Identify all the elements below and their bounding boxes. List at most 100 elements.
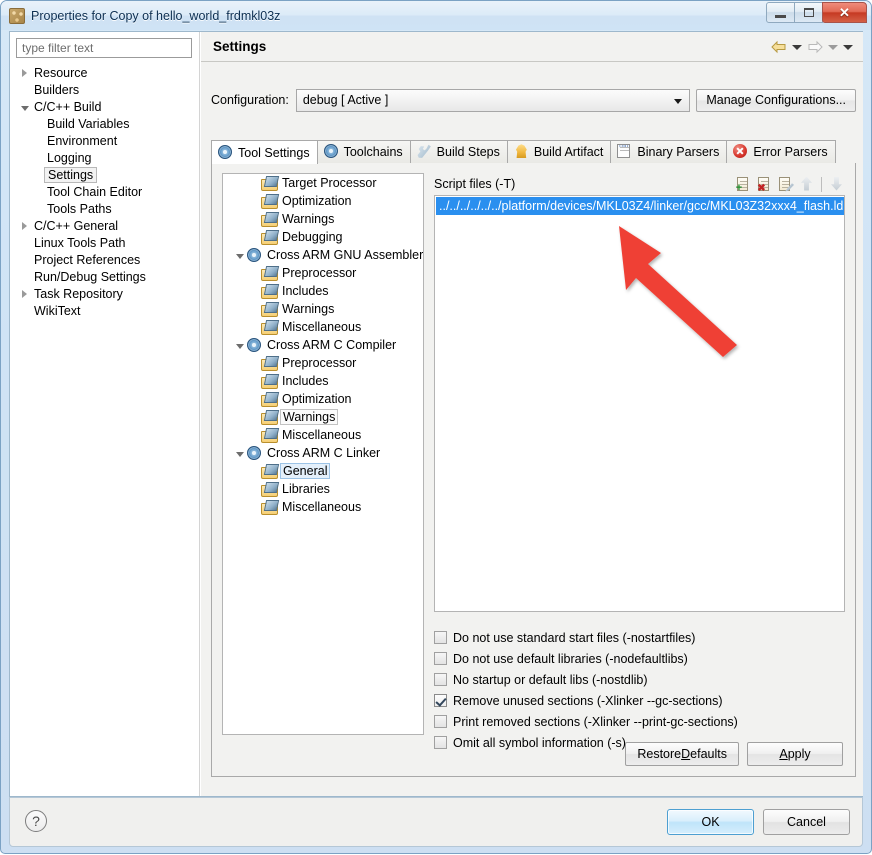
add-script-icon[interactable]: +: [735, 176, 752, 193]
sidebar-item-tool-chain-editor[interactable]: Tool Chain Editor: [10, 183, 200, 200]
filter-input[interactable]: type filter text: [16, 38, 192, 58]
move-up-icon: [798, 176, 815, 193]
question-mark-icon[interactable]: ?: [25, 810, 47, 832]
sidebar-item-resource[interactable]: Resource: [10, 64, 200, 81]
gear-icon: [247, 248, 261, 262]
checkbox-unchecked[interactable]: [434, 652, 447, 665]
tab-binary-parsers[interactable]: Binary Parsers: [610, 140, 728, 163]
tool-tree-item-includes[interactable]: Includes: [223, 372, 423, 390]
tool-tree-item-cross-arm-c-linker[interactable]: Cross ARM C Linker: [223, 444, 423, 462]
tool-tree-item-warnings[interactable]: Warnings: [223, 210, 423, 228]
linker-option-label: No startup or default libs (-nostdlib): [453, 672, 648, 687]
tab-build-steps[interactable]: Build Steps: [409, 140, 508, 163]
tool-tree-item-label: Miscellaneous: [282, 500, 362, 514]
tool-tree-item-target-processor[interactable]: Target Processor: [223, 174, 423, 192]
sidebar-item-label: Tools Paths: [47, 201, 112, 216]
minimize-button[interactable]: [766, 2, 795, 23]
chevron-right-icon[interactable]: [18, 221, 31, 230]
tab-build-artifact[interactable]: Build Artifact: [506, 140, 612, 163]
sidebar-item-wikitext[interactable]: WikiText: [10, 302, 200, 319]
delete-script-icon[interactable]: ✖: [756, 176, 773, 193]
tool-tree-item-cross-arm-c-compiler[interactable]: Cross ARM C Compiler: [223, 336, 423, 354]
checkbox-unchecked[interactable]: [434, 631, 447, 644]
settings-nav-panel: type filter text Resource Builders C/C++ B…: [10, 32, 200, 796]
sidebar-item-build-variables[interactable]: Build Variables: [10, 115, 200, 132]
sidebar-item-task-repository[interactable]: Task Repository: [10, 285, 200, 302]
linker-option-label: Print removed sections (-Xlinker --print…: [453, 714, 738, 729]
tool-tree-item-miscellaneous[interactable]: Miscellaneous: [223, 318, 423, 336]
checkbox-checked[interactable]: [434, 694, 447, 707]
tool-tree-item-optimization[interactable]: Optimization: [223, 390, 423, 408]
folder-tool-icon: [261, 357, 278, 371]
close-button[interactable]: ✕: [822, 2, 867, 23]
window-controls: ✕: [766, 2, 867, 23]
tool-tree-item-preprocessor[interactable]: Preprocessor: [223, 354, 423, 372]
tab-label: Tool Settings: [238, 145, 310, 160]
script-file-entry[interactable]: ../../../../../../platform/devices/MKL03…: [436, 197, 844, 215]
error-icon: [733, 144, 749, 160]
tool-tree-item-cross-arm-gnu-assembler[interactable]: Cross ARM GNU Assembler: [223, 246, 423, 264]
sidebar-item-environment[interactable]: Environment: [10, 132, 200, 149]
tool-tree-item-label: Preprocessor: [282, 356, 357, 370]
chevron-down-icon[interactable]: [233, 341, 247, 349]
checkbox-unchecked[interactable]: [434, 715, 447, 728]
tool-tree-item-label: Includes: [282, 374, 329, 388]
sidebar-item-linux-tools-path[interactable]: Linux Tools Path: [10, 234, 200, 251]
sidebar-item-run-debug-settings[interactable]: Run/Debug Settings: [10, 268, 200, 285]
tool-tree-item-miscellaneous[interactable]: Miscellaneous: [223, 426, 423, 444]
linker-option-row[interactable]: Do not use default libraries (-nodefault…: [434, 648, 845, 669]
chevron-right-icon[interactable]: [18, 289, 31, 298]
sidebar-item-label: C/C++ General: [34, 218, 119, 233]
tab-error-parsers[interactable]: Error Parsers: [726, 140, 836, 163]
tool-tree-item-debugging[interactable]: Debugging: [223, 228, 423, 246]
tool-tree-item-label: Miscellaneous: [282, 428, 362, 442]
linker-option-row[interactable]: No startup or default libs (-nostdlib): [434, 669, 845, 690]
configuration-select[interactable]: debug [ Active ]: [295, 88, 691, 112]
tool-tree-item-preprocessor[interactable]: Preprocessor: [223, 264, 423, 282]
script-files-list[interactable]: ../../../../../../platform/devices/MKL03…: [434, 195, 845, 612]
sidebar-item-builders[interactable]: Builders: [10, 81, 200, 98]
tool-tree-item-optimization[interactable]: Optimization: [223, 192, 423, 210]
sidebar-item-logging[interactable]: Logging: [10, 149, 200, 166]
linker-option-label: Do not use default libraries (-nodefault…: [453, 651, 688, 666]
page-menu-chevron-down-icon[interactable]: [843, 44, 853, 50]
sidebar-item-settings[interactable]: Settings: [10, 166, 200, 183]
maximize-button[interactable]: [794, 2, 823, 23]
tool-tree-item-miscellaneous[interactable]: Miscellaneous: [223, 498, 423, 516]
chevron-down-icon[interactable]: [18, 103, 31, 111]
manage-configurations-button[interactable]: Manage Configurations...: [696, 88, 856, 112]
tool-tree-item-warnings[interactable]: Warnings: [223, 300, 423, 318]
chevron-right-icon[interactable]: [18, 68, 31, 77]
restore-defaults-button[interactable]: Restore Defaults: [625, 742, 739, 766]
linker-option-row[interactable]: Remove unused sections (-Xlinker --gc-se…: [434, 690, 845, 711]
tool-tree-item-includes[interactable]: Includes: [223, 282, 423, 300]
linker-option-row[interactable]: Print removed sections (-Xlinker --print…: [434, 711, 845, 732]
tool-tree-item-label: General: [280, 463, 331, 479]
window-icon: [9, 7, 25, 24]
minimize-icon: [775, 14, 786, 18]
back-history-chevron-down-icon[interactable]: [792, 44, 802, 50]
tab-tool-settings[interactable]: Tool Settings: [211, 140, 318, 164]
edit-script-icon[interactable]: [777, 176, 794, 193]
linker-option-row[interactable]: Do not use standard start files (-nostar…: [434, 627, 845, 648]
cancel-button[interactable]: Cancel: [763, 809, 850, 835]
tool-tree-item-warnings[interactable]: Warnings: [223, 408, 423, 426]
checkbox-unchecked[interactable]: [434, 673, 447, 686]
tool-tree-item-general[interactable]: General: [223, 462, 423, 480]
wrench-icon: [417, 144, 433, 160]
tab-toolchains[interactable]: Toolchains: [316, 140, 411, 163]
tool-tree-item-libraries[interactable]: Libraries: [223, 480, 423, 498]
page-header: Settings: [201, 32, 863, 62]
apply-button[interactable]: Apply: [747, 742, 843, 766]
ok-button[interactable]: OK: [667, 809, 754, 835]
sidebar-item-tools-paths[interactable]: Tools Paths: [10, 200, 200, 217]
chevron-down-icon[interactable]: [233, 251, 247, 259]
sidebar-item-c-c-general[interactable]: C/C++ General: [10, 217, 200, 234]
back-arrow-icon[interactable]: [771, 40, 787, 54]
tab-bar: Tool Settings Toolchains Build Steps Build …: [211, 140, 856, 164]
checkbox-unchecked[interactable]: [434, 736, 447, 749]
chevron-down-icon[interactable]: [233, 449, 247, 457]
sidebar-item-c-c-build[interactable]: C/C++ Build: [10, 98, 200, 115]
sidebar-item-project-references[interactable]: Project References: [10, 251, 200, 268]
tool-tree-item-label: Warnings: [282, 212, 335, 226]
